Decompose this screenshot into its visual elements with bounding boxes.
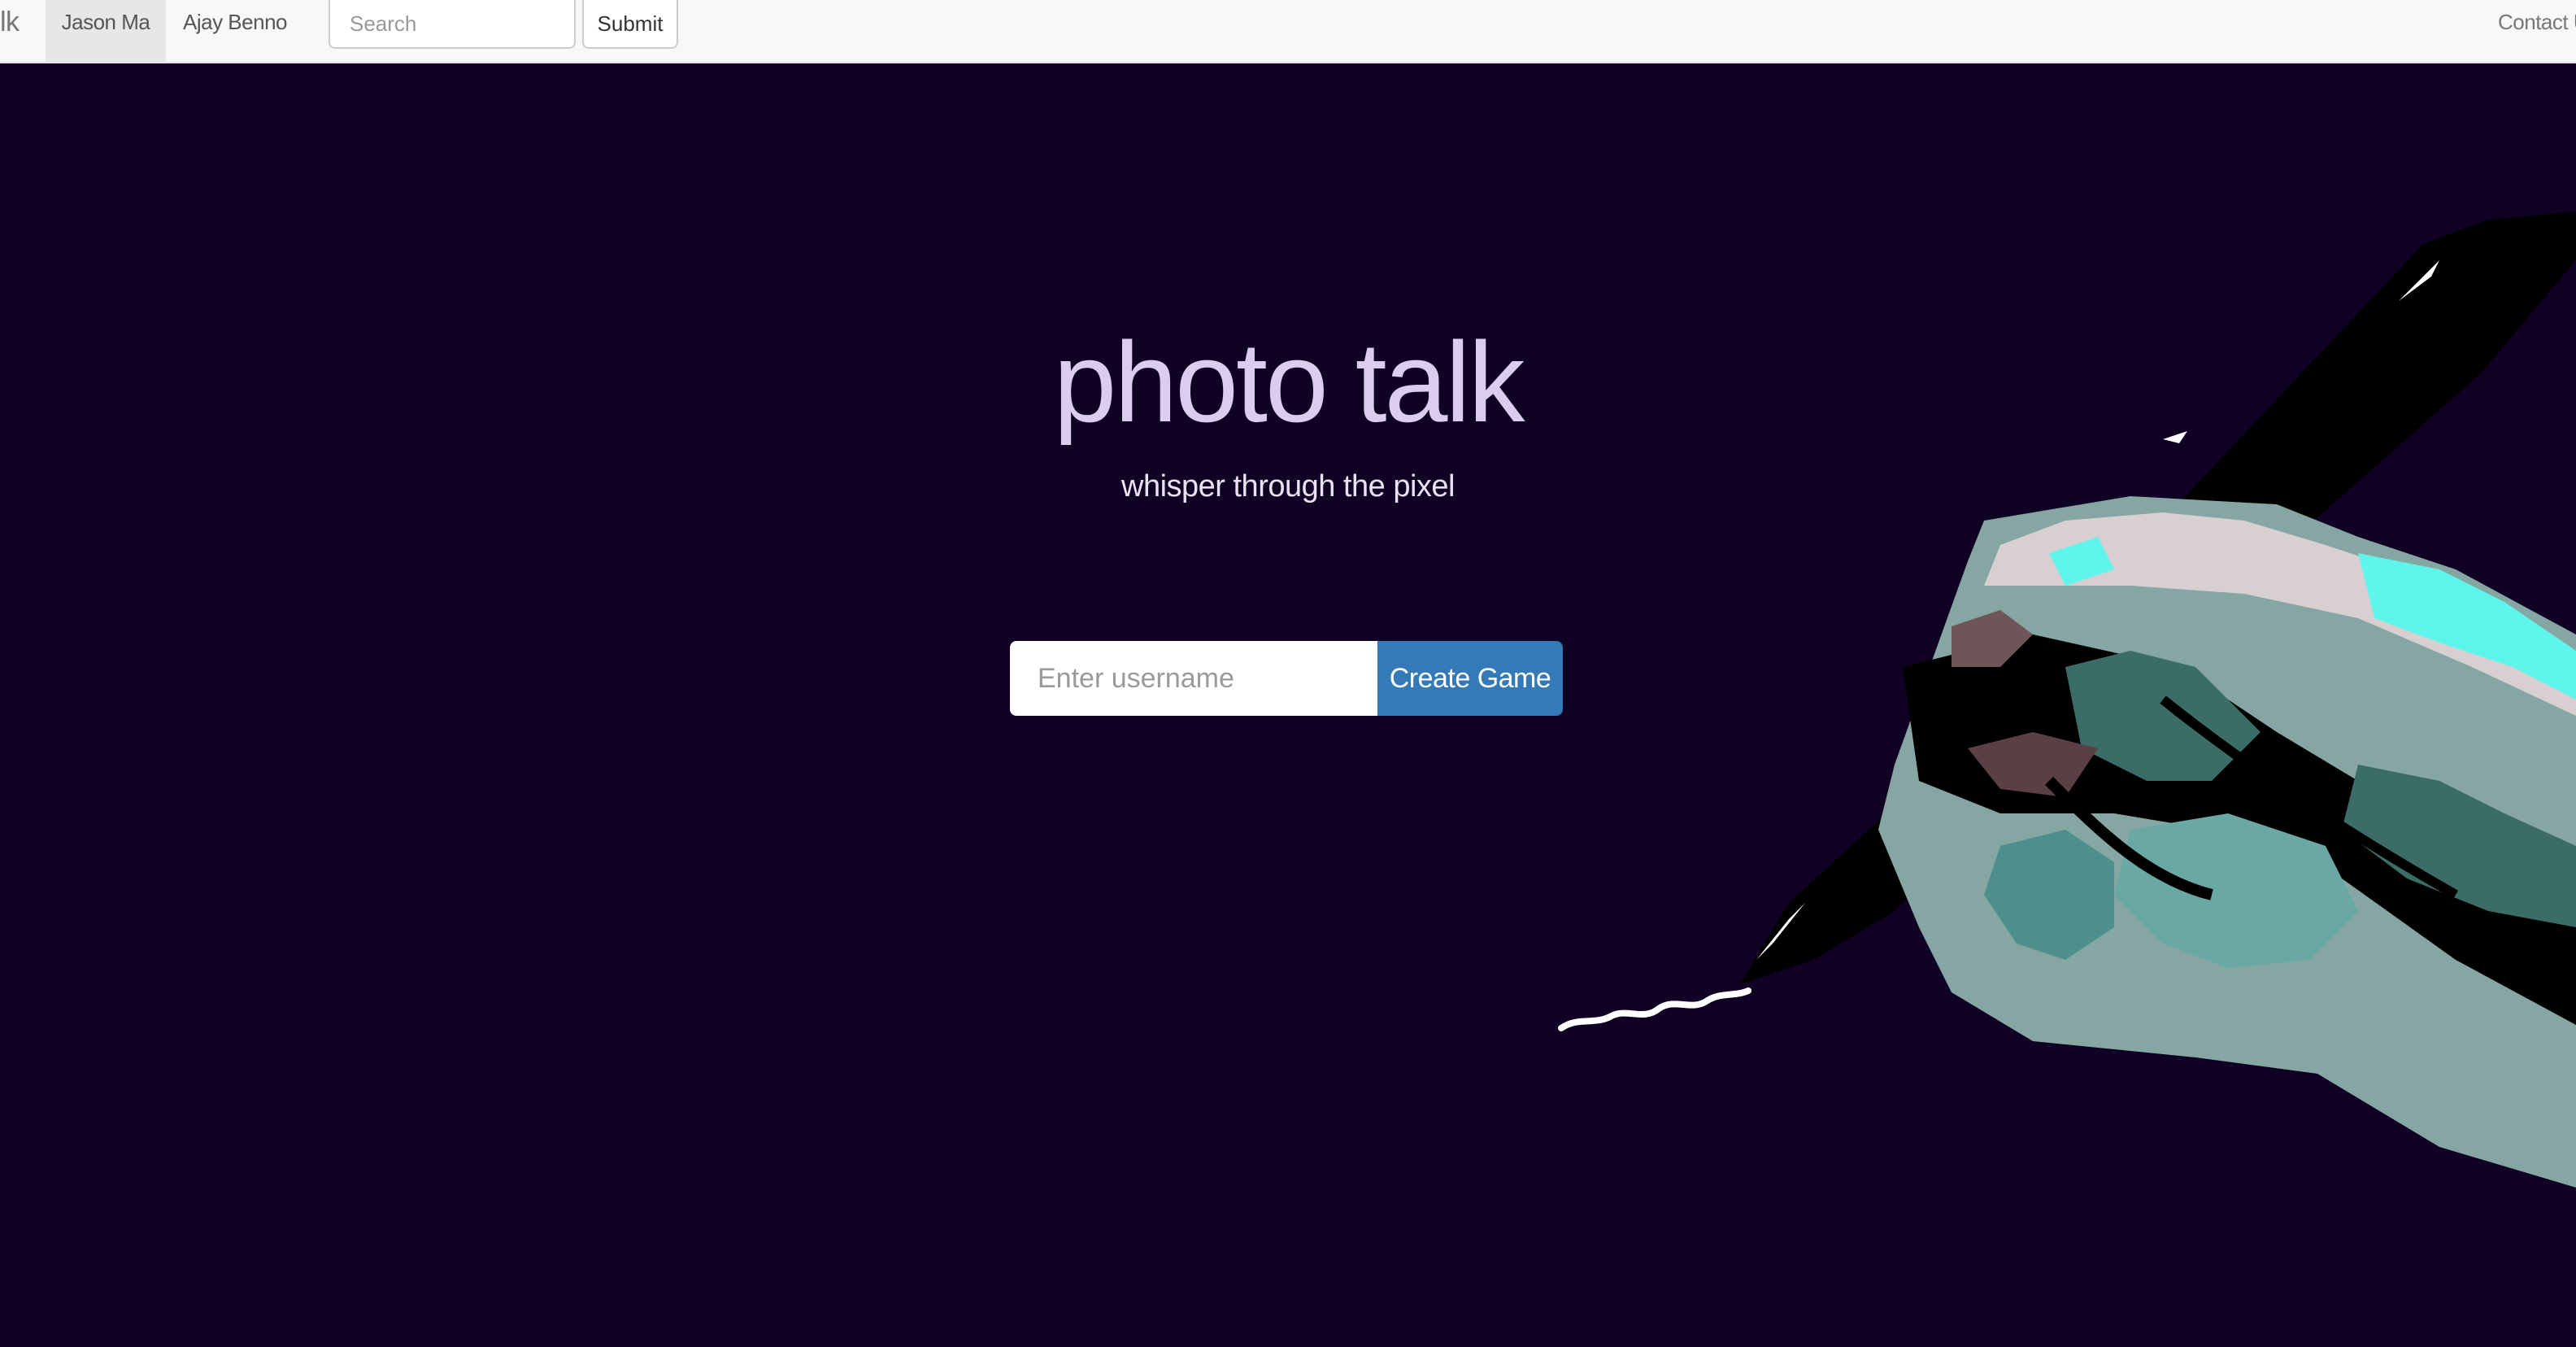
page-title: photo talk [1053, 318, 1525, 446]
contact-link[interactable]: Contact U [2498, 0, 2576, 63]
nav-item-ajay-benno[interactable]: Ajay Benno [166, 0, 304, 63]
brand-link[interactable]: lk [0, 0, 24, 63]
page-subtitle: whisper through the pixel [1121, 469, 1455, 503]
hand-holding-pen-icon [1558, 211, 2576, 1188]
username-input[interactable] [1010, 641, 1377, 716]
top-navbar: lk Jason Ma Ajay Benno Submit Contact U [0, 0, 2576, 63]
nav-item-jason-ma[interactable]: Jason Ma [46, 0, 166, 63]
create-game-button[interactable]: Create Game [1377, 641, 1563, 716]
submit-button[interactable]: Submit [582, 0, 678, 49]
search-input[interactable] [329, 0, 576, 49]
